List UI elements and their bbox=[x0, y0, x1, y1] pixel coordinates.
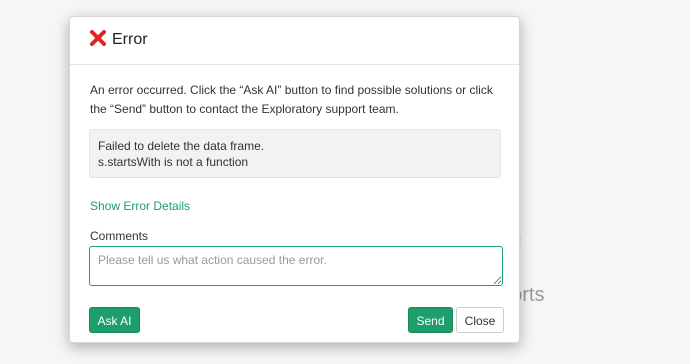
ask-ai-button[interactable]: Ask AI bbox=[89, 307, 140, 333]
close-button[interactable]: Close bbox=[456, 307, 504, 333]
error-dialog: Error An error occurred. Click the “Ask … bbox=[69, 16, 520, 343]
dialog-title: Error bbox=[112, 31, 148, 48]
error-line: s.startsWith is not a function bbox=[98, 155, 249, 169]
error-line: Failed to delete the data frame. bbox=[98, 139, 265, 153]
comments-field[interactable] bbox=[89, 246, 503, 286]
error-detail-box: Failed to delete the data frame. s.start… bbox=[89, 129, 501, 178]
error-message: An error occurred. Click the “Ask AI” bu… bbox=[90, 83, 493, 116]
send-button[interactable]: Send bbox=[408, 307, 453, 333]
comments-label: Comments bbox=[90, 229, 149, 243]
dialog-header: Error bbox=[70, 17, 519, 65]
show-error-details-link[interactable]: Show Error Details bbox=[90, 199, 190, 213]
error-x-icon bbox=[90, 30, 106, 46]
